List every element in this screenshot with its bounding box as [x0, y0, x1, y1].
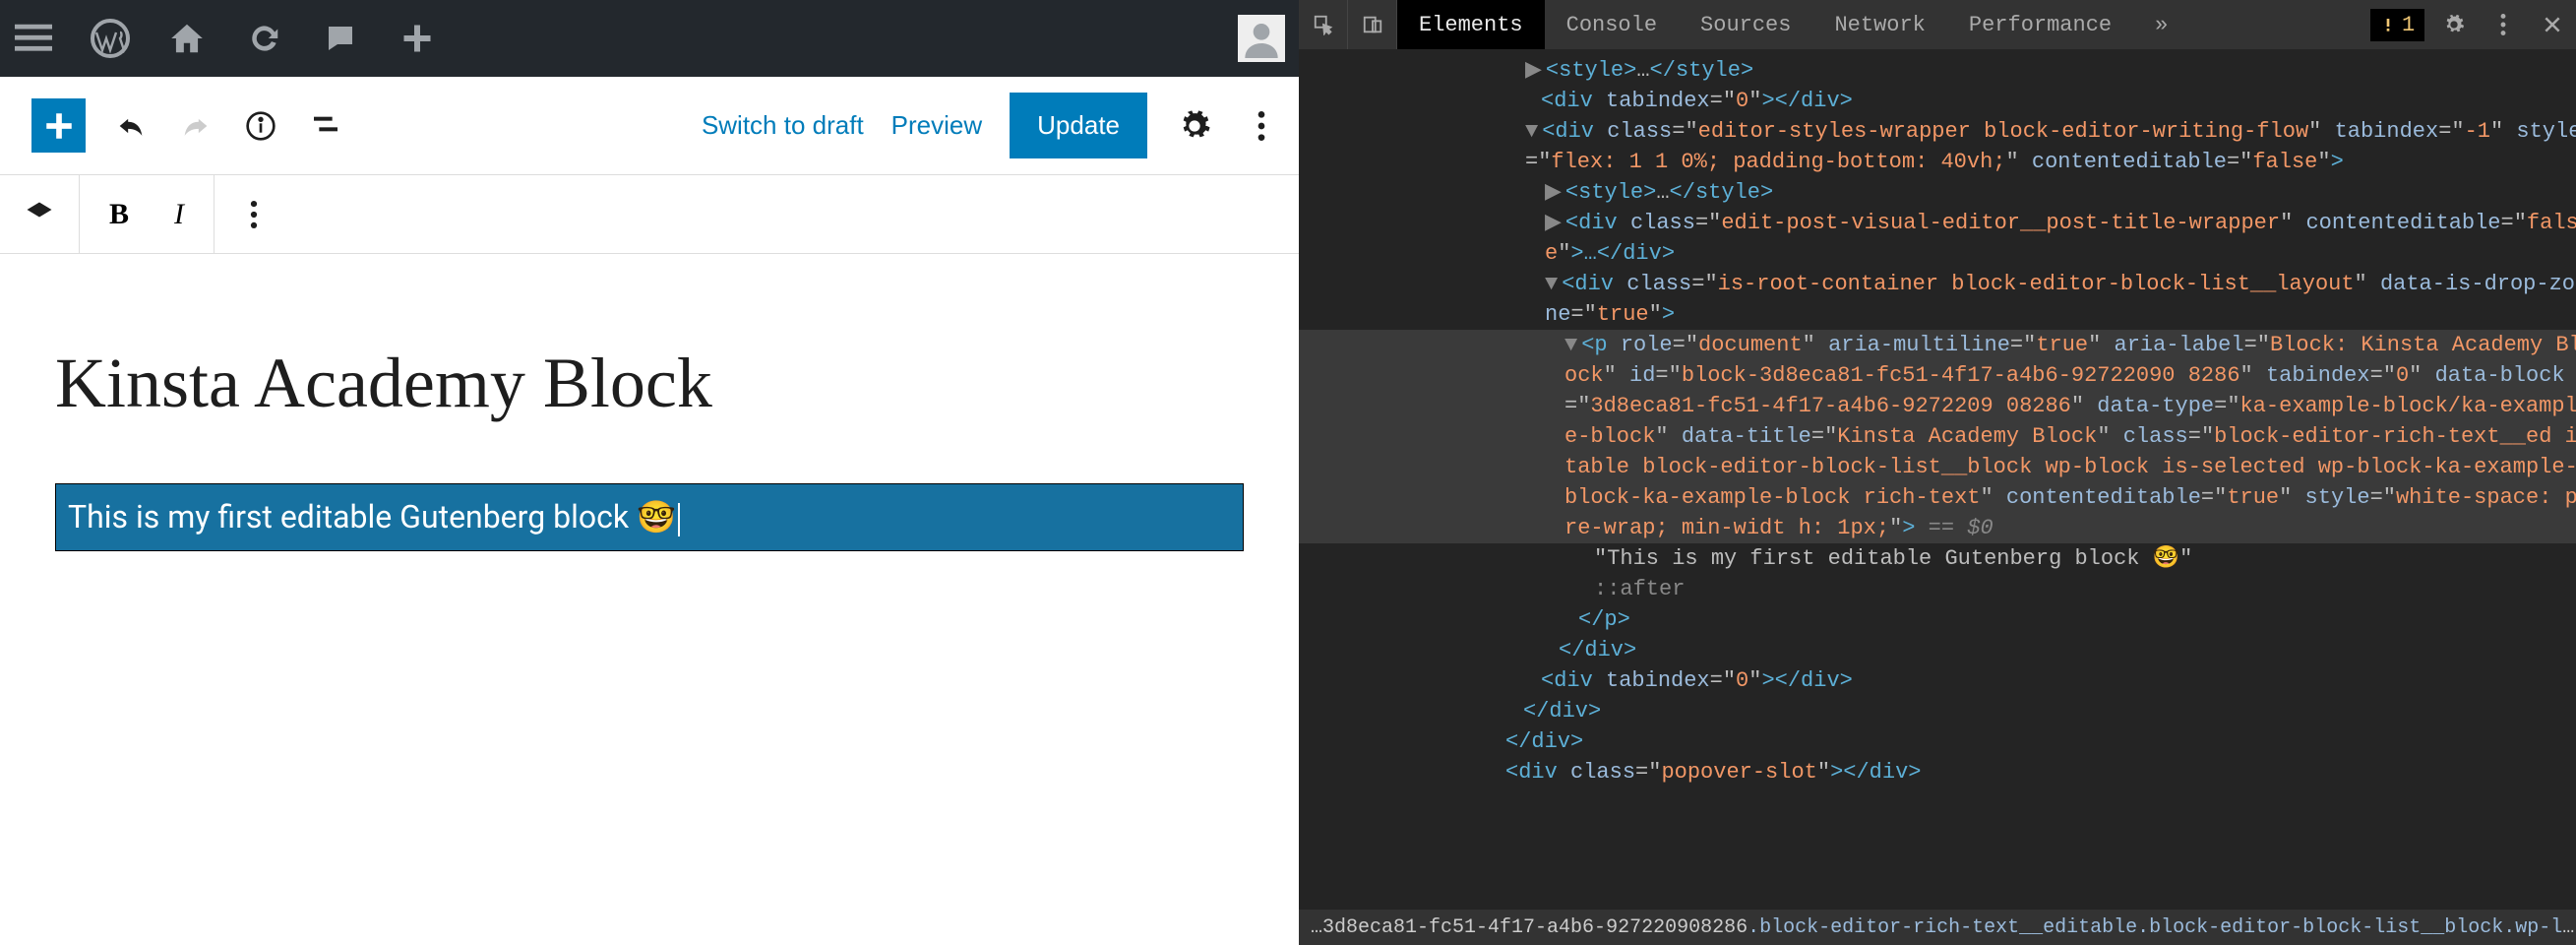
- user-avatar[interactable]: [1238, 15, 1285, 62]
- devtools-close-icon[interactable]: [2533, 5, 2572, 44]
- tab-console[interactable]: Console: [1545, 0, 1679, 49]
- settings-gear-icon[interactable]: [1175, 106, 1214, 146]
- elements-tree[interactable]: ▶<style>…</style> <div tabindex="0"></di…: [1299, 49, 2576, 910]
- comment-icon[interactable]: [321, 19, 360, 58]
- tab-performance[interactable]: Performance: [1947, 0, 2133, 49]
- switch-to-draft-button[interactable]: Switch to draft: [702, 110, 864, 141]
- wp-admin-bar: [0, 0, 1299, 77]
- breadcrumb-classes: .block-editor-rich-text__editable.block-…: [1748, 916, 2562, 939]
- post-title[interactable]: Kinsta Academy Block: [55, 343, 1244, 424]
- inspect-element-icon[interactable]: [1299, 0, 1348, 49]
- devtools-breadcrumb[interactable]: … 3d8eca81-fc51-4f17-a4b6-927220908286.b…: [1299, 910, 2576, 945]
- devtools-more-icon[interactable]: [2484, 5, 2523, 44]
- undo-button[interactable]: [111, 106, 151, 146]
- outline-button[interactable]: [306, 106, 345, 146]
- info-button[interactable]: [241, 106, 280, 146]
- devtools-panel: Elements Console Sources Network Perform…: [1299, 0, 2576, 945]
- italic-button[interactable]: I: [164, 198, 194, 231]
- more-menu-icon[interactable]: [1242, 106, 1281, 146]
- device-toolbar-icon[interactable]: [1348, 0, 1397, 49]
- wp-logo-icon[interactable]: [91, 19, 130, 58]
- redo-button[interactable]: [176, 106, 215, 146]
- new-content-icon[interactable]: [398, 19, 437, 58]
- devtools-settings-icon[interactable]: [2434, 5, 2474, 44]
- preview-button[interactable]: Preview: [891, 110, 982, 141]
- wordpress-editor: Switch to draft Preview Update B I Kinst…: [0, 0, 1299, 945]
- tab-sources[interactable]: Sources: [1679, 0, 1812, 49]
- home-icon[interactable]: [167, 19, 207, 58]
- issues-count: 1: [2402, 13, 2415, 37]
- add-block-button[interactable]: [31, 98, 86, 153]
- devtools-tabs: Elements Console Sources Network Perform…: [1299, 0, 2576, 49]
- breadcrumb-id: 3d8eca81-fc51-4f17-a4b6-927220908286: [1322, 916, 1748, 939]
- gutenberg-block[interactable]: This is my first editable Gutenberg bloc…: [55, 483, 1244, 551]
- tab-more-icon[interactable]: »: [2133, 0, 2189, 49]
- editor-canvas[interactable]: Kinsta Academy Block This is my first ed…: [0, 254, 1299, 945]
- block-toolbar: B I: [0, 175, 1299, 254]
- text-caret: [678, 503, 680, 536]
- editor-header: Switch to draft Preview Update: [0, 77, 1299, 175]
- hamburger-icon[interactable]: [14, 19, 53, 58]
- block-more-icon[interactable]: [234, 195, 274, 234]
- block-content: This is my first editable Gutenberg bloc…: [68, 498, 676, 536]
- update-button[interactable]: Update: [1010, 93, 1147, 158]
- tab-elements[interactable]: Elements: [1397, 0, 1545, 49]
- refresh-icon[interactable]: [244, 19, 283, 58]
- tab-network[interactable]: Network: [1812, 0, 1946, 49]
- issues-badge[interactable]: 1: [2370, 9, 2424, 41]
- bold-button[interactable]: B: [99, 198, 139, 231]
- block-type-icon[interactable]: [20, 195, 59, 234]
